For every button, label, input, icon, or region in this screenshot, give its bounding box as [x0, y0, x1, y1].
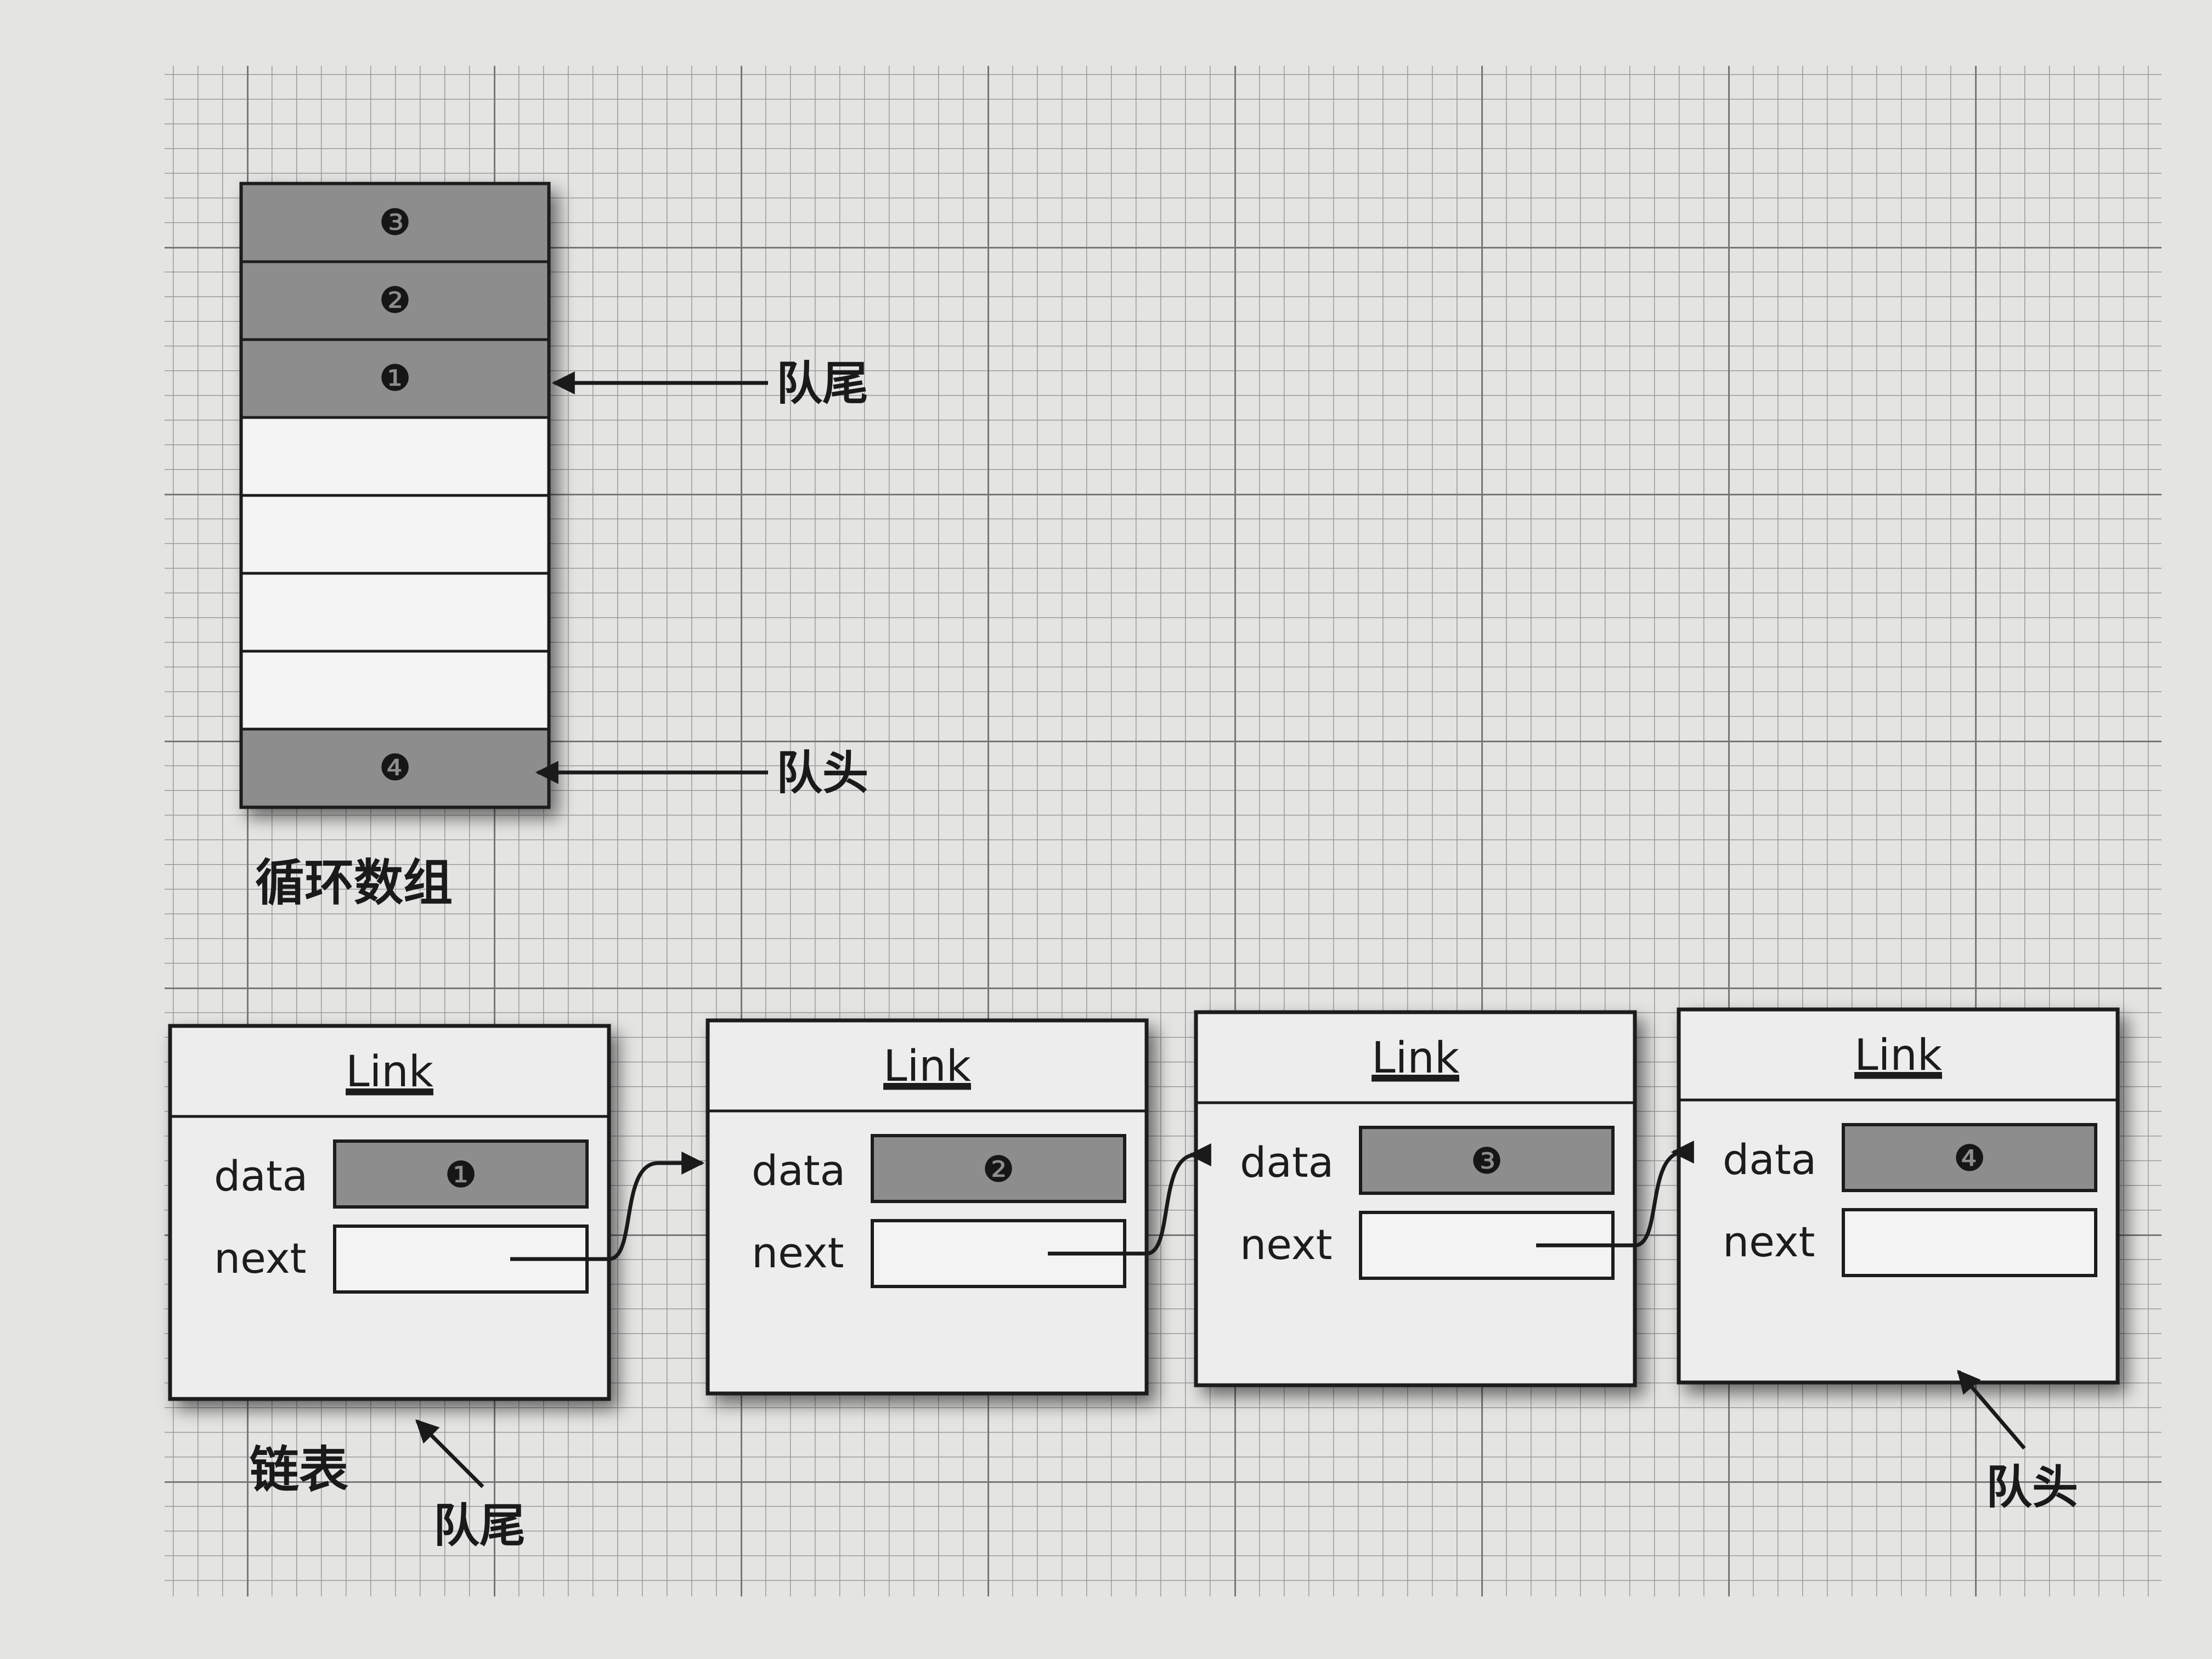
link-node-data-label: data	[214, 1152, 308, 1200]
array-cell-marker: ❸	[379, 201, 411, 244]
link-node-data-label: data	[752, 1146, 845, 1195]
link-node: Link data next ❹	[1677, 1007, 2120, 1385]
link-node-data-marker: ❹	[1953, 1137, 1985, 1180]
array-cell-marker: ❹	[379, 747, 411, 789]
link-node-next-label: next	[214, 1234, 306, 1283]
link-node-next-label: next	[1240, 1220, 1332, 1269]
array-head-label: 队头	[776, 746, 868, 800]
array-cell-marker: ❶	[379, 357, 411, 399]
linked-list: Linkdatanext❶Linkdatanext❷Linkdatanext❸L…	[168, 1007, 2120, 1401]
list-head-label: 队头	[1986, 1460, 2078, 1514]
link-node-data-marker: ❷	[982, 1148, 1014, 1190]
link-node: Link data next ❸	[1194, 1010, 1637, 1387]
array-cell-marker: ❷	[379, 279, 411, 321]
link-node-next-label: next	[1723, 1217, 1815, 1266]
link-node-title: Link	[1854, 1031, 1942, 1080]
link-node-data-label: data	[1723, 1135, 1816, 1184]
array-tail-label: 队尾	[776, 357, 868, 410]
circular-array-caption: 循环数组	[255, 854, 453, 912]
array-cell	[240, 494, 550, 575]
link-node: Link data next ❷	[706, 1018, 1149, 1396]
link-node-next-label: next	[752, 1228, 844, 1277]
link-node-title: Link	[346, 1047, 433, 1097]
link-node-data-marker: ❸	[1470, 1140, 1503, 1182]
link-node-data-label: data	[1240, 1138, 1334, 1187]
linked-list-caption: 链表	[250, 1441, 348, 1499]
link-node: Link data next ❶	[168, 1024, 611, 1401]
array-cell	[240, 572, 550, 653]
list-tail-label: 队尾	[433, 1499, 526, 1553]
link-node-data-marker: ❶	[444, 1154, 477, 1196]
queue-diagram: ❸❷❶❹ 队尾队头 循环数组 Linkdatanext❶Linkdatanext…	[0, 0, 2212, 1659]
array-cell	[240, 416, 550, 497]
circular-array: ❸ ❷ ❶ ❹	[239, 182, 551, 809]
link-node-next-field	[1842, 1208, 2097, 1277]
link-node-title: Link	[1372, 1034, 1459, 1083]
array-cell	[240, 650, 550, 731]
link-node-title: Link	[883, 1042, 971, 1091]
